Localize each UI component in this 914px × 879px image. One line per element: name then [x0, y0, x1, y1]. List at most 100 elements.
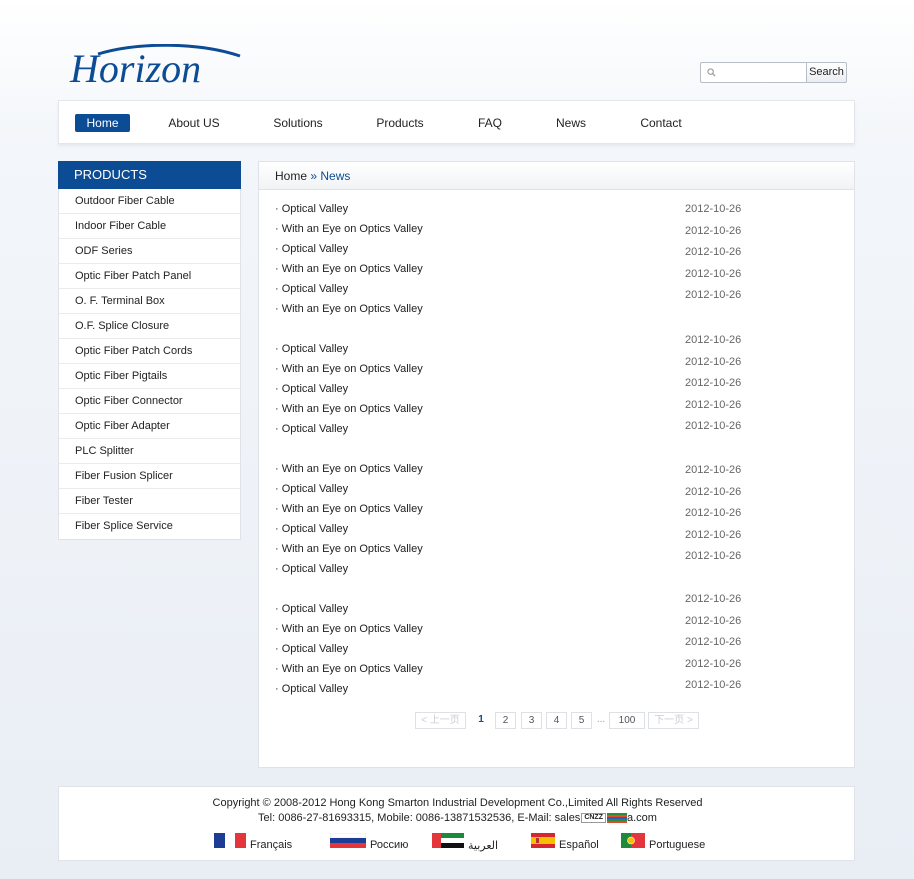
news-item-title[interactable]: · With an Eye on Optics Valley — [275, 303, 423, 315]
language-label: Español — [559, 839, 599, 851]
footer: Copyright © 2008-2012 Hong Kong Smarton … — [58, 786, 855, 861]
news-item-title[interactable]: · Optical Valley — [275, 423, 348, 435]
news-item-title[interactable]: · Optical Valley — [275, 283, 348, 295]
news-item-date: 2012-10-26 — [685, 225, 742, 237]
news-item-date: 2012-10-26 — [685, 464, 742, 476]
sidebar-title: PRODUCTS — [58, 161, 241, 189]
pagination: < 上一页 1 2 3 4 5 ... 100 下一页 > — [259, 712, 856, 729]
news-item-date: 2012-10-26 — [685, 334, 742, 346]
nav-faq[interactable]: FAQ — [459, 114, 521, 132]
sidebar-item[interactable]: ODF Series — [59, 239, 240, 264]
sidebar-item[interactable]: Indoor Fiber Cable — [59, 214, 240, 239]
language-spanish[interactable]: Español — [531, 832, 621, 851]
cnzz-badge[interactable]: CNZZ — [581, 813, 606, 824]
sidebar-item[interactable]: Optic Fiber Pigtails — [59, 364, 240, 389]
products-sidebar: PRODUCTS Outdoor Fiber Cable Indoor Fibe… — [58, 161, 241, 540]
news-item-date: 2012-10-26 — [685, 268, 742, 280]
news-item-title[interactable]: · Optical Valley — [275, 563, 348, 575]
news-item-title[interactable]: · With an Eye on Optics Valley — [275, 503, 423, 515]
nav-news[interactable]: News — [540, 114, 602, 132]
search-field[interactable] — [700, 62, 807, 83]
sidebar-item[interactable]: O. F. Terminal Box — [59, 289, 240, 314]
news-item-date: 2012-10-26 — [685, 636, 742, 648]
news-item-title[interactable]: · Optical Valley — [275, 483, 348, 495]
news-item-title[interactable]: · Optical Valley — [275, 343, 348, 355]
news-item-title[interactable]: · With an Eye on Optics Valley — [275, 263, 423, 275]
pager-ellipsis: ... — [593, 712, 609, 729]
logo-text: Horizon — [69, 46, 201, 90]
pager-page[interactable]: 5 — [571, 712, 592, 729]
news-item-title[interactable]: · With an Eye on Optics Valley — [275, 463, 423, 475]
breadcrumb: Home » News — [259, 162, 854, 190]
sidebar-item[interactable]: Optic Fiber Adapter — [59, 414, 240, 439]
news-item-title[interactable]: · With an Eye on Optics Valley — [275, 223, 423, 235]
news-item-date: 2012-10-26 — [685, 679, 742, 691]
news-item-date: 2012-10-26 — [685, 289, 742, 301]
contact-email-suffix: a.com — [626, 812, 657, 824]
breadcrumb-home[interactable]: Home — [275, 169, 307, 183]
search-icon — [707, 68, 716, 77]
breadcrumb-separator: » — [310, 169, 318, 183]
pager-next-button[interactable]: 下一页 > — [648, 712, 699, 729]
nav-home[interactable]: Home — [75, 114, 130, 132]
breadcrumb-current: News — [320, 169, 351, 183]
pager-last-page[interactable]: 100 — [609, 712, 645, 729]
flag-russia-icon — [330, 833, 366, 848]
news-item-title[interactable]: · With an Eye on Optics Valley — [275, 363, 423, 375]
news-item-date: 2012-10-26 — [685, 356, 742, 368]
news-item-title[interactable]: · Optical Valley — [275, 383, 348, 395]
search-input[interactable] — [719, 65, 805, 80]
language-french[interactable]: Français — [214, 832, 304, 851]
sidebar-item[interactable]: Optic Fiber Patch Cords — [59, 339, 240, 364]
language-portuguese[interactable]: Portuguese — [621, 832, 721, 851]
search-form: Search — [700, 62, 847, 83]
pager-prev-button[interactable]: < 上一页 — [415, 712, 466, 729]
sidebar-item[interactable]: Optic Fiber Connector — [59, 389, 240, 414]
sidebar-item[interactable]: O.F. Splice Closure — [59, 314, 240, 339]
news-item-title[interactable]: · With an Eye on Optics Valley — [275, 663, 423, 675]
nav-contact[interactable]: Contact — [628, 114, 694, 132]
sidebar-item[interactable]: Fiber Fusion Splicer — [59, 464, 240, 489]
news-panel: Home » News · Optical Valley · With an Ey… — [258, 161, 855, 768]
news-item-title[interactable]: · Optical Valley — [275, 603, 348, 615]
contact-text: Tel: 0086-27-81693315, Mobile: 0086-1387… — [258, 812, 581, 824]
nav-products[interactable]: Products — [367, 114, 433, 132]
sidebar-list: Outdoor Fiber Cable Indoor Fiber Cable O… — [58, 189, 241, 540]
news-item-title[interactable]: · With an Eye on Optics Valley — [275, 403, 423, 415]
news-item-title[interactable]: · Optical Valley — [275, 523, 348, 535]
flag-uae-icon — [432, 833, 464, 848]
news-item-title[interactable]: · Optical Valley — [275, 203, 348, 215]
news-item-date: 2012-10-26 — [685, 377, 742, 389]
nav-solutions[interactable]: Solutions — [265, 114, 331, 132]
language-label: Portuguese — [649, 839, 706, 851]
copyright-text: Copyright © 2008-2012 Hong Kong Smarton … — [212, 797, 703, 809]
pager-page[interactable]: 4 — [546, 712, 567, 729]
language-arabic[interactable]: العربية — [432, 832, 522, 852]
sidebar-item[interactable]: PLC Splitter — [59, 439, 240, 464]
pager-page[interactable]: 1 — [472, 712, 490, 729]
language-label: Россию — [370, 839, 409, 851]
news-item-date: 2012-10-26 — [685, 203, 742, 215]
search-button[interactable]: Search — [806, 62, 847, 83]
news-item-title[interactable]: · With an Eye on Optics Valley — [275, 623, 423, 635]
cnzz-stripes-icon — [606, 813, 627, 824]
sidebar-item[interactable]: Optic Fiber Patch Panel — [59, 264, 240, 289]
news-item-date: 2012-10-26 — [685, 399, 742, 411]
sidebar-item[interactable]: Fiber Splice Service — [59, 514, 240, 539]
sidebar-item[interactable]: Outdoor Fiber Cable — [59, 189, 240, 214]
language-russian[interactable]: Россию — [330, 832, 420, 851]
main-navigation: Home About US Solutions Products FAQ New… — [58, 100, 855, 144]
news-item-title[interactable]: · Optical Valley — [275, 683, 348, 695]
news-item-title[interactable]: · Optical Valley — [275, 243, 348, 255]
news-item-date: 2012-10-26 — [685, 486, 742, 498]
sidebar-item[interactable]: Fiber Tester — [59, 489, 240, 514]
pager-page[interactable]: 2 — [495, 712, 516, 729]
nav-about-us[interactable]: About US — [161, 114, 227, 132]
pager-page[interactable]: 3 — [521, 712, 542, 729]
news-item-title[interactable]: · With an Eye on Optics Valley — [275, 543, 423, 555]
news-item-date: 2012-10-26 — [685, 615, 742, 627]
contact-line: Tel: 0086-27-81693315, Mobile: 0086-1387… — [59, 812, 856, 824]
news-item-title[interactable]: · Optical Valley — [275, 643, 348, 655]
horizon-logo[interactable]: Horizon — [68, 43, 248, 91]
flag-spain-icon — [531, 833, 555, 848]
